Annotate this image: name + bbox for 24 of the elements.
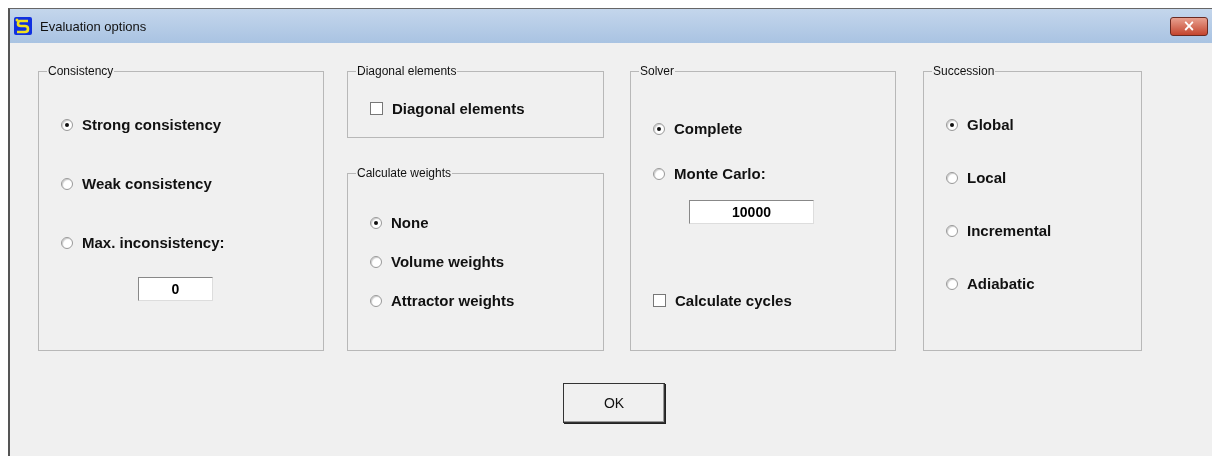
- radio-option[interactable]: Adiabatic: [946, 275, 1035, 292]
- radio-option[interactable]: Attractor weights: [370, 292, 515, 309]
- radio-option[interactable]: Local: [946, 169, 1007, 186]
- radio-option[interactable]: Weak consistency: [61, 175, 212, 192]
- group-title: Diagonal elements: [356, 64, 458, 78]
- radio-option[interactable]: Incremental: [946, 222, 1052, 239]
- input-field[interactable]: 10000: [689, 200, 814, 224]
- checkbox-option[interactable]: Calculate cycles: [653, 292, 792, 309]
- radio-option[interactable]: Global: [946, 116, 1014, 133]
- group-title: Solver: [639, 64, 675, 78]
- window-title: Evaluation options: [40, 18, 147, 34]
- ok-button[interactable]: OK: [563, 383, 665, 423]
- radio-option[interactable]: Volume weights: [370, 253, 505, 270]
- group-title: Calculate weights: [356, 166, 453, 180]
- radio-option[interactable]: Max. inconsistency:: [61, 234, 225, 251]
- group-title: Consistency: [47, 64, 115, 78]
- input-field[interactable]: 0: [138, 277, 213, 301]
- group-title: Succession: [932, 64, 996, 78]
- radio-option[interactable]: Complete: [653, 120, 743, 137]
- checkbox-option[interactable]: Diagonal elements: [370, 100, 525, 117]
- app-icon: [14, 17, 32, 35]
- radio-option[interactable]: Monte Carlo:: [653, 165, 766, 182]
- radio-option[interactable]: None: [370, 214, 429, 231]
- radio-option[interactable]: Strong consistency: [61, 116, 222, 133]
